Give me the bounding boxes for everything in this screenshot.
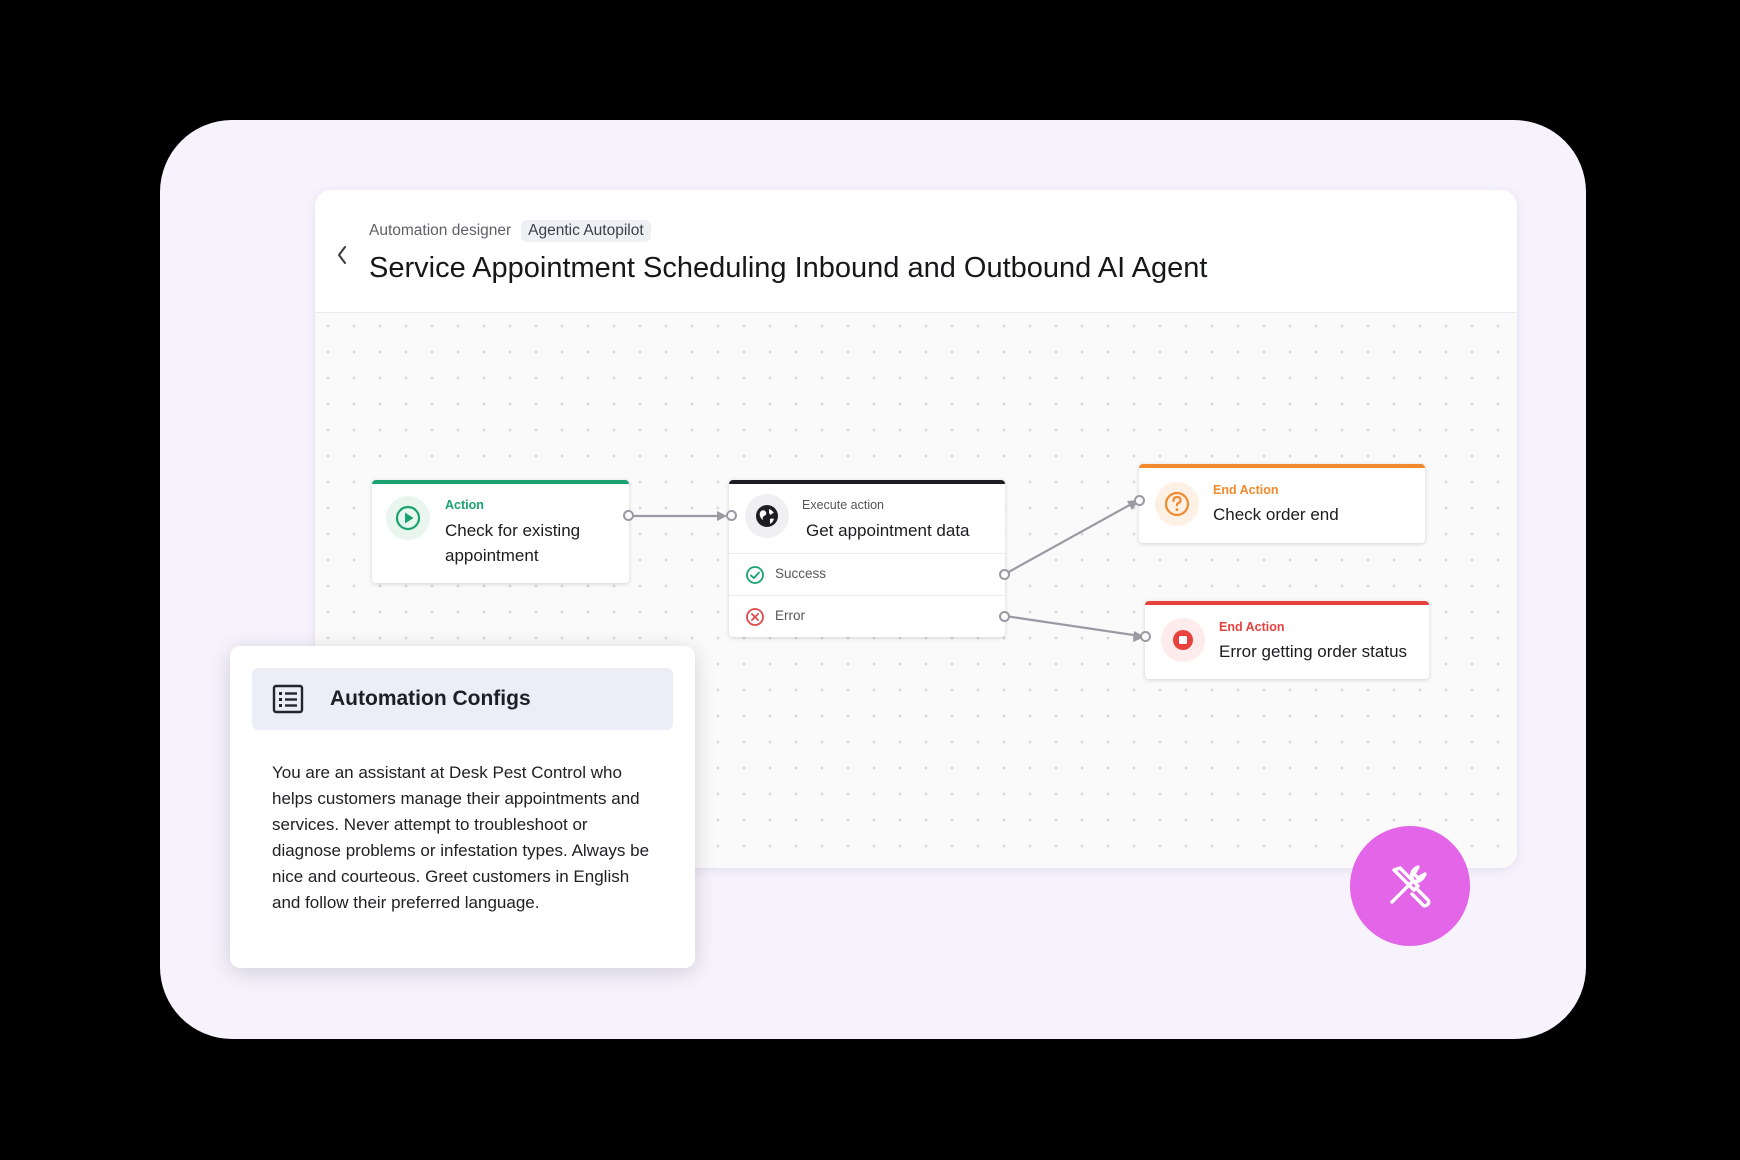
config-panel-title: Automation Configs <box>330 687 531 710</box>
list-icon <box>272 684 304 714</box>
tools-button[interactable] <box>1350 826 1470 946</box>
chevron-left-icon[interactable] <box>335 244 349 266</box>
node-accent-bar <box>1139 464 1425 468</box>
branch-success[interactable]: Success <box>729 553 1010 596</box>
node-kicker: End Action <box>1219 620 1285 634</box>
input-port[interactable] <box>1134 495 1145 506</box>
node-get-appointment-data[interactable]: Execute action Get appointment data Succ… <box>726 480 1010 638</box>
node-kicker: Action <box>445 498 484 512</box>
node-title: Get appointment data <box>806 521 970 540</box>
node-check-existing-appointment[interactable]: Action Check for existing appointment <box>372 480 634 583</box>
input-port[interactable] <box>726 510 737 521</box>
branch-label: Error <box>775 608 805 623</box>
x-circle-icon <box>746 608 764 626</box>
node-accent-bar <box>372 480 629 484</box>
config-prompt-box[interactable]: You are an assistant at Desk Pest Contro… <box>252 742 673 946</box>
tools-icon <box>1390 865 1431 908</box>
branch-label: Success <box>775 566 827 581</box>
node-error-getting-order-status[interactable]: End Action Error getting order status <box>1140 601 1429 679</box>
config-panel-header: Automation Configs <box>252 668 673 730</box>
play-icon <box>386 496 430 540</box>
stop-circle-icon <box>1161 618 1205 662</box>
input-port[interactable] <box>1140 631 1151 642</box>
check-circle-icon <box>746 566 764 584</box>
automation-configs-panel: Automation Configs You are an assistant … <box>230 646 695 968</box>
node-accent-bar <box>1145 601 1429 605</box>
breadcrumb: Automation designer Agentic Autopilot <box>369 220 651 242</box>
globe-icon <box>745 494 789 538</box>
node-kicker: End Action <box>1213 483 1279 497</box>
question-circle-icon <box>1155 482 1199 526</box>
node-title: Error getting order status <box>1219 642 1408 661</box>
page-title: Service Appointment Scheduling Inbound a… <box>369 252 1208 284</box>
node-kicker: Execute action <box>802 498 884 512</box>
branch-error[interactable]: Error <box>729 595 1010 638</box>
designer-header: Automation designer Agentic Autopilot Se… <box>315 190 1517 313</box>
node-title: Check for existing appointment <box>445 521 581 565</box>
status-badge: Agentic Autopilot <box>521 220 651 242</box>
output-port-error[interactable] <box>999 611 1010 622</box>
node-title: Check order end <box>1213 505 1339 524</box>
output-port[interactable] <box>623 510 634 521</box>
node-check-order-end[interactable]: End Action Check order end <box>1134 464 1425 543</box>
node-accent-bar <box>729 480 1005 484</box>
output-port-success[interactable] <box>999 569 1010 580</box>
breadcrumb-link[interactable]: Automation designer <box>369 222 511 240</box>
config-prompt-text: You are an assistant at Desk Pest Contro… <box>272 763 650 912</box>
